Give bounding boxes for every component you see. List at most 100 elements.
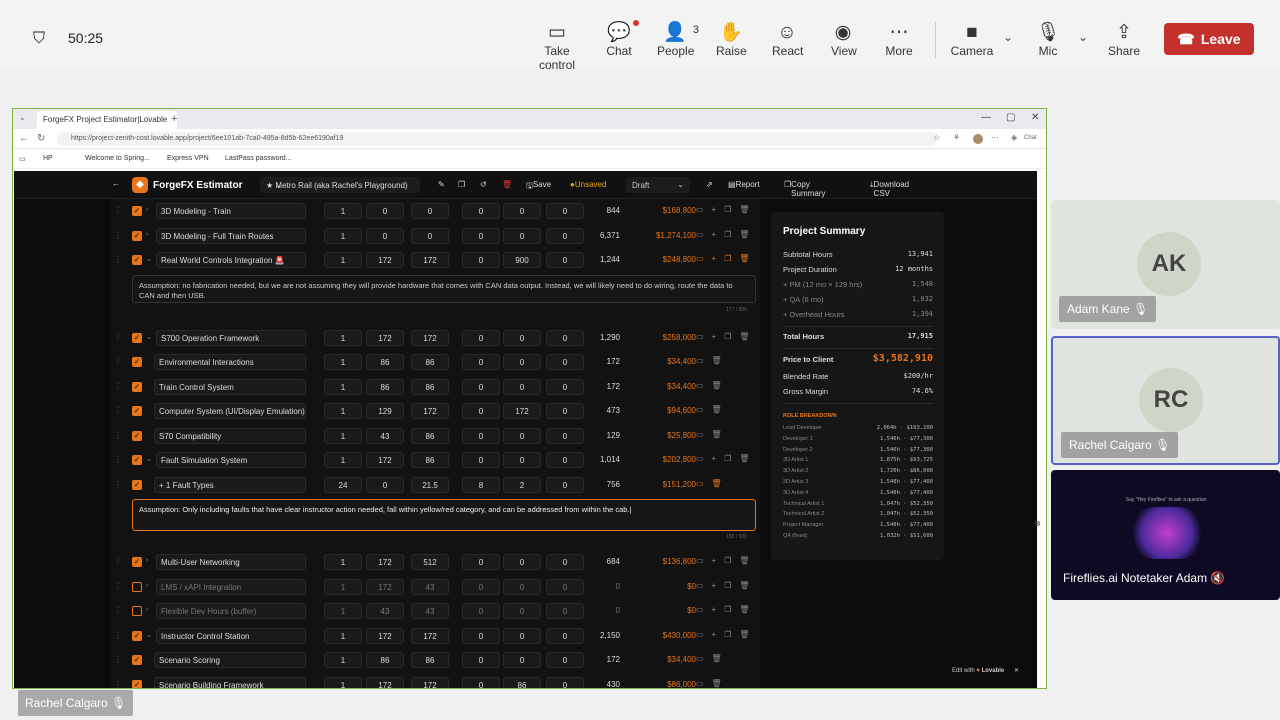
value-field[interactable]: 0	[546, 329, 584, 346]
value-field[interactable]: 0	[411, 227, 449, 244]
drag-handle-icon[interactable]: ⋮	[114, 655, 122, 664]
assumption-note-textarea[interactable]: Assumption: no fabrication needed, but w…	[132, 274, 756, 303]
value-field[interactable]: 0	[462, 378, 500, 395]
value-field[interactable]: 0	[546, 554, 584, 570]
include-checkbox[interactable]: ✓	[132, 557, 142, 567]
include-checkbox[interactable]: ✓	[132, 255, 142, 265]
row-actions[interactable]: ▭🗑	[696, 430, 730, 439]
value-field[interactable]: 0	[411, 203, 449, 219]
value-field[interactable]: 0	[503, 554, 541, 570]
edit-icon[interactable]: ✎	[438, 180, 445, 189]
chevron-down-icon[interactable]: ⌄	[146, 333, 152, 341]
toolbar-button-mic[interactable]: 🎙 Mic	[1036, 22, 1060, 58]
value-field[interactable]: 43	[366, 603, 404, 619]
camera-options-chevron-icon[interactable]: ⌄	[1003, 30, 1013, 44]
row-actions[interactable]: ▭+❐🗑	[696, 630, 758, 639]
value-field[interactable]: 8	[462, 476, 500, 493]
chat-button[interactable]: Chat	[1024, 135, 1037, 141]
value-field[interactable]: 129	[366, 403, 404, 419]
value-field[interactable]: 0	[366, 203, 404, 219]
item-name-field[interactable]: LMS / xAPI Integration	[156, 578, 306, 595]
value-field[interactable]: 0	[462, 652, 500, 668]
include-checkbox[interactable]: ✓	[132, 406, 142, 416]
chevron-right-icon[interactable]: ›	[146, 582, 148, 589]
row-actions[interactable]: ▭🗑	[696, 679, 730, 688]
chevron-right-icon[interactable]: ›	[146, 606, 148, 613]
include-checkbox[interactable]: ✓	[132, 332, 142, 343]
value-field[interactable]: 172	[366, 578, 404, 595]
value-field[interactable]: 1	[324, 403, 362, 419]
value-field[interactable]: 0	[462, 578, 500, 595]
drag-handle-icon[interactable]: ⋮	[114, 206, 122, 215]
value-field[interactable]: 1	[324, 676, 362, 688]
toolbar-button-react[interactable]: ☺ React	[772, 22, 803, 58]
include-checkbox[interactable]	[132, 606, 142, 616]
project-selector[interactable]: ★ Metro Rail (aka Rachel's Playground) ⌄	[260, 177, 420, 193]
participant-tile-ak[interactable]: AK Adam Kane 🎙	[1051, 200, 1280, 329]
duplicate-icon[interactable]: ❐	[458, 180, 465, 189]
download-csv-button[interactable]: ⤓ Download CSV	[870, 180, 909, 198]
browser-tab[interactable]: ForgeFX Project Estimator|Lovable	[37, 111, 177, 129]
value-field[interactable]: 86	[503, 676, 541, 688]
drag-handle-icon[interactable]: ⋮	[114, 631, 122, 640]
toolbar-button-chat[interactable]: 💬 Chat	[603, 20, 639, 58]
row-actions[interactable]: ▭+❐🗑	[696, 205, 758, 214]
value-field[interactable]: 172	[366, 252, 404, 268]
value-field[interactable]: 0	[462, 676, 500, 688]
chevron-down-icon[interactable]: ⌄	[146, 631, 152, 639]
back-arrow-icon[interactable]: ←	[112, 179, 120, 188]
value-field[interactable]: 0	[546, 227, 584, 244]
value-field[interactable]: 0	[462, 354, 500, 370]
item-name-field[interactable]: Scenario Scoring	[154, 652, 306, 668]
drag-handle-icon[interactable]: ⋮	[114, 680, 122, 689]
item-name-field[interactable]: + 1 Fault Types	[154, 476, 306, 493]
menu-dots-icon[interactable]: ⋯	[991, 133, 999, 142]
value-field[interactable]: 1	[324, 252, 362, 268]
toolbar-button-take-control[interactable]: ▭ Take control	[526, 22, 588, 72]
value-field[interactable]: 43	[366, 427, 404, 444]
drag-handle-icon[interactable]: ⋮	[114, 606, 122, 615]
value-field[interactable]: 86	[366, 354, 404, 370]
value-field[interactable]: 1	[324, 378, 362, 395]
status-select[interactable]: Draft ⌄	[626, 177, 690, 193]
item-name-field[interactable]: Real World Controls Integration 🚨	[156, 252, 306, 268]
drag-handle-icon[interactable]: ⋮	[114, 231, 122, 240]
include-checkbox[interactable]: ✓	[132, 455, 142, 465]
value-field[interactable]: 172	[411, 676, 449, 688]
value-field[interactable]: 1	[324, 354, 362, 370]
value-field[interactable]: 0	[546, 627, 584, 644]
row-actions[interactable]: ▭+❐🗑	[696, 454, 758, 463]
value-field[interactable]: 43	[411, 603, 449, 619]
value-field[interactable]: 0	[503, 227, 541, 244]
item-name-field[interactable]: Flexible Dev Hours (buffer)	[156, 603, 306, 619]
value-field[interactable]: 0	[462, 627, 500, 644]
value-field[interactable]: 2	[503, 476, 541, 493]
value-field[interactable]: 0	[546, 476, 584, 493]
value-field[interactable]: 0	[546, 378, 584, 395]
row-actions[interactable]: ▭🗑	[696, 405, 730, 414]
new-tab-icon[interactable]: +	[171, 113, 177, 125]
value-field[interactable]: 0	[462, 227, 500, 244]
item-name-field[interactable]: Instructor Control Station	[156, 627, 306, 644]
chevron-right-icon[interactable]: ›	[146, 231, 148, 238]
value-field[interactable]: 172	[411, 627, 449, 644]
toolbar-button-view[interactable]: ◉ View	[831, 22, 857, 58]
item-name-field[interactable]: S70 Compatibility	[154, 427, 306, 444]
item-name-field[interactable]: Train Control System	[154, 378, 306, 395]
item-name-field[interactable]: Environmental Interactions	[154, 354, 306, 370]
include-checkbox[interactable]	[132, 581, 142, 592]
assumption-note-textarea[interactable]: Assumption: Only including faults that h…	[132, 499, 756, 531]
value-field[interactable]: 1	[324, 578, 362, 595]
value-field[interactable]: 1	[324, 227, 362, 244]
include-checkbox[interactable]: ✓	[132, 357, 142, 367]
value-field[interactable]: 0	[546, 427, 584, 444]
history-icon[interactable]: ↺	[480, 180, 487, 189]
row-actions[interactable]: ▭+❐🗑	[696, 581, 758, 590]
value-field[interactable]: 0	[503, 378, 541, 395]
value-field[interactable]: 0	[546, 452, 584, 468]
value-field[interactable]: 1	[324, 627, 362, 644]
value-field[interactable]: 0	[462, 403, 500, 419]
value-field[interactable]: 1	[324, 203, 362, 219]
address-bar[interactable]: https://project-zenith-cost.lovable.app/…	[57, 132, 937, 146]
include-checkbox[interactable]: ✓	[132, 230, 142, 241]
